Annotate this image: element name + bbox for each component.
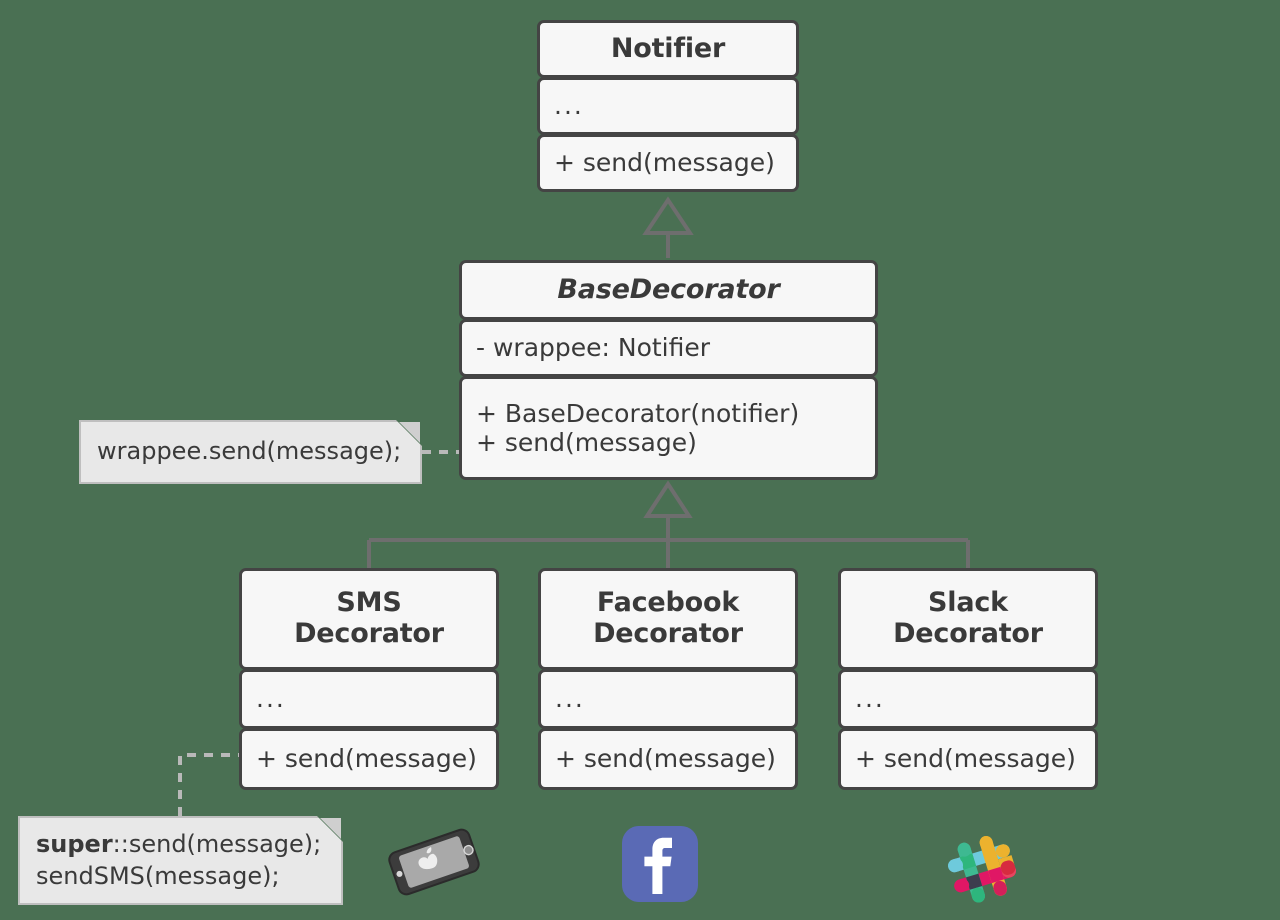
class-basedecorator-fields: - wrappee: Notifier: [459, 319, 878, 377]
class-facebook-decorator-title: Facebook Decorator: [538, 568, 798, 670]
class-slack-decorator-field-0: ...: [855, 684, 885, 714]
class-notifier-title: Notifier: [537, 20, 799, 78]
class-slack-decorator[interactable]: Slack Decorator ... + send(message): [838, 568, 1098, 790]
class-sms-decorator-title: SMS Decorator: [239, 568, 499, 670]
class-facebook-decorator[interactable]: Facebook Decorator ... + send(message): [538, 568, 798, 790]
class-sms-decorator-method-0: + send(message): [256, 744, 477, 774]
class-slack-decorator-method-0: + send(message): [855, 744, 1076, 774]
note-sms-decorator: super::send(message); sendSMS(message);: [18, 816, 343, 905]
class-sms-decorator-methods: + send(message): [239, 728, 499, 790]
note-sms-call: ::send(message);: [112, 829, 322, 858]
note-sms-decorator-line-1: sendSMS(message);: [36, 861, 280, 890]
class-slack-decorator-title: Slack Decorator: [838, 568, 1098, 670]
class-slack-decorator-methods: + send(message): [838, 728, 1098, 790]
class-basedecorator-name: BaseDecorator: [557, 273, 780, 305]
class-slack-decorator-fields: ...: [838, 669, 1098, 729]
class-notifier[interactable]: Notifier ... + send(message): [537, 20, 799, 192]
class-basedecorator-method-0: + BaseDecorator(notifier): [476, 398, 800, 428]
slack-icon: [938, 824, 1028, 912]
class-basedecorator[interactable]: BaseDecorator - wrappee: Notifier + Base…: [459, 260, 878, 480]
class-facebook-decorator-name-line2: Decorator: [593, 618, 743, 649]
class-basedecorator-method-1: + send(message): [476, 428, 697, 457]
class-facebook-decorator-field-0: ...: [555, 684, 585, 714]
class-basedecorator-title: BaseDecorator: [459, 260, 878, 320]
uml-diagram-canvas: Notifier ... + send(message) BaseDecorat…: [0, 0, 1280, 920]
class-facebook-decorator-method-0: + send(message): [555, 744, 776, 774]
note-fold-icon: [396, 420, 422, 446]
class-notifier-method-0: + send(message): [554, 148, 775, 178]
inheritance-arrowhead-notifier: [642, 196, 694, 235]
class-basedecorator-methods: + BaseDecorator(notifier) + send(message…: [459, 376, 878, 480]
class-sms-decorator-name-line2: Decorator: [294, 618, 444, 649]
inheritance-arrowhead-basedecorator: [643, 480, 693, 518]
note-basedecorator: wrappee.send(message);: [79, 420, 422, 484]
note-sms-keyword: super: [36, 829, 113, 858]
note-sms-decorator-line-0: super::send(message);: [36, 829, 325, 861]
phone-icon: [378, 826, 490, 898]
note-link-sms: [178, 753, 240, 816]
class-basedecorator-field-0: - wrappee: Notifier: [476, 333, 711, 363]
class-slack-decorator-name-line1: Slack: [928, 587, 1008, 619]
class-notifier-methods: + send(message): [537, 134, 799, 192]
class-sms-decorator[interactable]: SMS Decorator ... + send(message): [239, 568, 499, 790]
note-fold-icon: [317, 816, 343, 842]
class-sms-decorator-field-0: ...: [256, 684, 286, 714]
class-facebook-decorator-fields: ...: [538, 669, 798, 729]
class-sms-decorator-fields: ...: [239, 669, 499, 729]
class-slack-decorator-name-line2: Decorator: [893, 618, 1043, 649]
class-facebook-decorator-methods: + send(message): [538, 728, 798, 790]
class-notifier-field-0: ...: [554, 91, 584, 121]
class-sms-decorator-name-line1: SMS: [336, 587, 402, 619]
class-facebook-decorator-name-line1: Facebook: [596, 587, 740, 619]
class-notifier-name: Notifier: [610, 32, 726, 64]
facebook-icon: [610, 818, 710, 914]
note-basedecorator-line-0: wrappee.send(message);: [97, 437, 402, 466]
class-notifier-fields: ...: [537, 77, 799, 135]
